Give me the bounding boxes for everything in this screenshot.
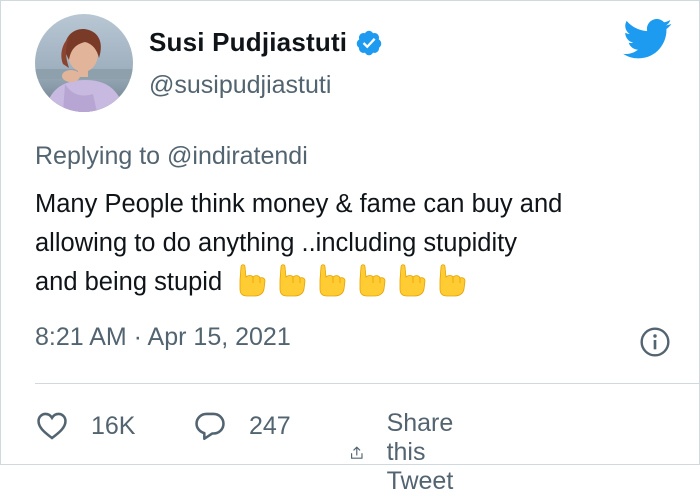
pointing-down-hand-emoji	[239, 264, 266, 297]
emoji-row	[236, 263, 468, 297]
pointing-down-hand-emoji	[359, 264, 386, 297]
tweet-text-line: allowing to do anything ..including stup…	[35, 229, 517, 257]
heart-icon	[37, 412, 67, 440]
tweet-card[interactable]: Susi Pudjiastuti @susipudjiastuti Replyi…	[0, 0, 700, 495]
pointing-down-hand-emoji	[319, 264, 346, 297]
pointing-down-hand-emoji	[279, 264, 306, 297]
reply-button[interactable]: 247	[193, 409, 291, 443]
author-name-row[interactable]: Susi Pudjiastuti	[149, 27, 383, 58]
replying-to-prefix: Replying to	[35, 142, 168, 170]
replying-to-handle-link[interactable]: @indiratendi	[167, 142, 308, 170]
share-icon	[351, 446, 363, 459]
tweet-text-line-content: and being stupid	[35, 268, 223, 296]
avatar-photo	[35, 14, 133, 112]
replying-to-line: Replying to @indiratendi	[35, 142, 308, 171]
tweet-text-line-last: and being stupid	[35, 263, 675, 302]
pointing-down-hand-emoji	[439, 264, 466, 297]
like-button[interactable]: 16K	[35, 409, 135, 443]
tweet-text: Many People think money & fame can buy a…	[35, 185, 675, 302]
share-label: Share this Tweet	[386, 409, 454, 495]
reply-count: 247	[249, 411, 291, 440]
info-icon[interactable]	[639, 326, 671, 358]
action-bar: 16K 247 Share this Tweet	[35, 409, 453, 495]
tweet-text-line: Many People think money & fame can buy a…	[35, 190, 563, 218]
pointing-down-hand-emoji	[399, 264, 426, 297]
share-tweet-button[interactable]: Share this Tweet	[349, 409, 472, 496]
reply-bubble-icon	[195, 412, 225, 441]
twitter-bird-icon[interactable]	[623, 19, 673, 60]
divider	[35, 383, 699, 384]
author-display-name[interactable]: Susi Pudjiastuti	[149, 27, 347, 58]
verified-badge-icon	[356, 30, 382, 55]
like-count: 16K	[91, 411, 136, 440]
author-handle[interactable]: @susipudjiastuti	[149, 71, 331, 100]
avatar[interactable]	[35, 14, 133, 112]
tweet-timestamp[interactable]: 8:21 AM · Apr 15, 2021	[35, 323, 291, 352]
